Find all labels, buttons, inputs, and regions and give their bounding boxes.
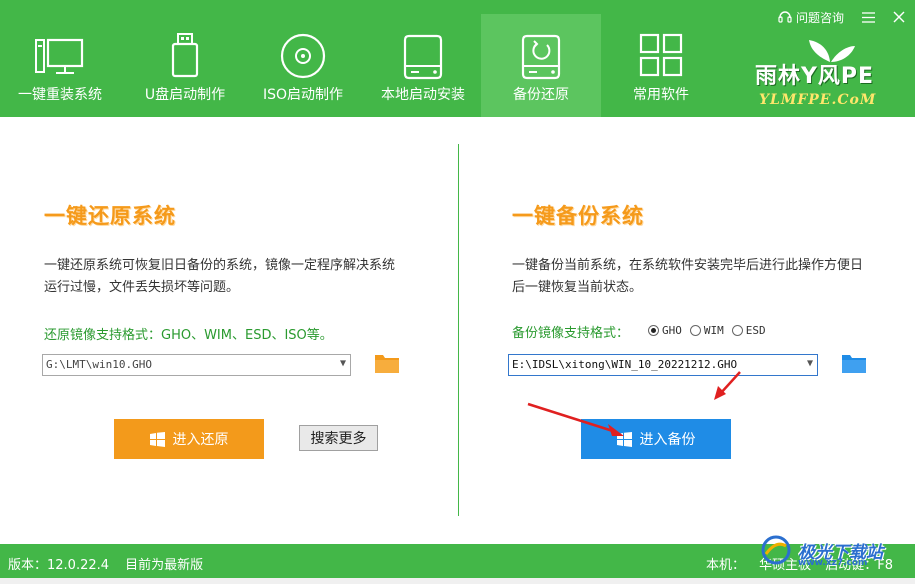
header-bar: 一键重装系统 U盘启动制作 ISO启动制作 本地启动安装 备份还原 常用软件 问… [0,0,915,117]
menu-icon[interactable] [862,11,875,23]
hard-drive-icon [403,34,443,80]
machine-label: 本机： [705,558,745,573]
radio-wim[interactable]: WIM [689,324,724,337]
radio-gho-label: GHO [662,324,682,337]
panel-divider [458,144,459,516]
nav-usb-boot[interactable]: U盘启动制作 [125,14,245,117]
restore-description: 一键还原系统可恢复旧日备份的系统，镜像一定程序解决系统运行过慢，文件丢失损坏等问… [44,258,396,295]
enter-restore-label: 进入还原 [172,432,229,448]
footer-left: 版本：12.0.22.4 目前为最新版 [8,554,215,573]
window-controls: 问题咨询 [778,8,905,26]
restore-path-value: G:\LMT\win10.GHO [46,358,152,371]
radio-dot [689,325,701,336]
logo-main-text: 雨林Y风PE [755,64,875,89]
windows-icon [149,431,165,447]
radio-esd-label: ESD [745,324,766,337]
logo-sub-text: YLMFPE.CoM [759,92,877,108]
help-consult-label: 问题咨询 [795,10,844,25]
restore-title: 一键还原系统 [44,204,176,228]
annotation-arrows-icon [527,371,741,436]
nav-local-boot[interactable]: 本地启动安装 [363,14,483,117]
nav-label: ISO启动制作 [262,87,344,103]
brand-logo: 雨林Y风PE YLMFPE.CoM [755,40,895,112]
nav-label: 备份还原 [513,87,569,103]
site-watermark: 极光下载站 www.xz7.com [760,534,883,568]
update-status-text: 目前为最新版 [125,558,204,573]
nav-label: U盘启动制作 [144,87,226,103]
backup-formats-label: 备份镜像支持格式： [512,326,630,341]
backup-description: 一键备份当前系统，在系统软件安装完毕后进行此操作方便日后一键恢复当前状态。 [512,258,864,295]
apps-grid-icon [639,33,683,77]
radio-dot [731,325,743,336]
chevron-down-icon: ▼ [806,358,813,369]
computer-icon [35,38,84,74]
backup-format-options: GHO WIM ESD [648,324,766,337]
close-icon[interactable] [893,11,905,23]
nav-label: 一键重装系统 [18,87,102,103]
folder-icon[interactable] [374,352,400,374]
watermark-url: www.xz7.com [798,558,868,568]
folder-icon[interactable] [841,352,867,374]
search-more-label: 搜索更多 [310,431,367,447]
headset-icon [778,11,792,23]
nav-backup-restore[interactable]: 备份还原 [481,14,601,117]
nav-iso-boot[interactable]: ISO启动制作 [243,14,363,117]
usb-drive-icon [171,33,199,78]
radio-gho[interactable]: GHO [648,324,682,337]
nav-one-click-reinstall[interactable]: 一键重装系统 [0,14,120,117]
nav-label: 本地启动安装 [381,87,465,103]
backup-drive-icon [521,34,561,80]
restore-formats: 还原镜像支持格式：GHO、WIM、ESD、ISO等。 [44,328,333,343]
search-more-button[interactable]: 搜索更多 [299,425,378,451]
nav-common-software[interactable]: 常用软件 [601,14,721,117]
radio-wim-label: WIM [703,324,724,337]
nav-label: 常用软件 [633,87,689,103]
restore-path-select[interactable]: G:\LMT\win10.GHO ▼ [42,354,351,376]
radio-esd[interactable]: ESD [731,324,766,337]
disc-icon [280,33,326,79]
bottom-strip [0,578,915,584]
enter-restore-button[interactable]: 进入还原 [114,419,264,459]
help-consult-button[interactable]: 问题咨询 [778,9,844,26]
version-text: 版本：12.0.22.4 [8,558,110,573]
aurora-logo-icon [761,535,791,565]
backup-title: 一键备份系统 [512,204,644,228]
radio-dot [648,325,659,336]
chevron-down-icon: ▼ [339,358,346,369]
